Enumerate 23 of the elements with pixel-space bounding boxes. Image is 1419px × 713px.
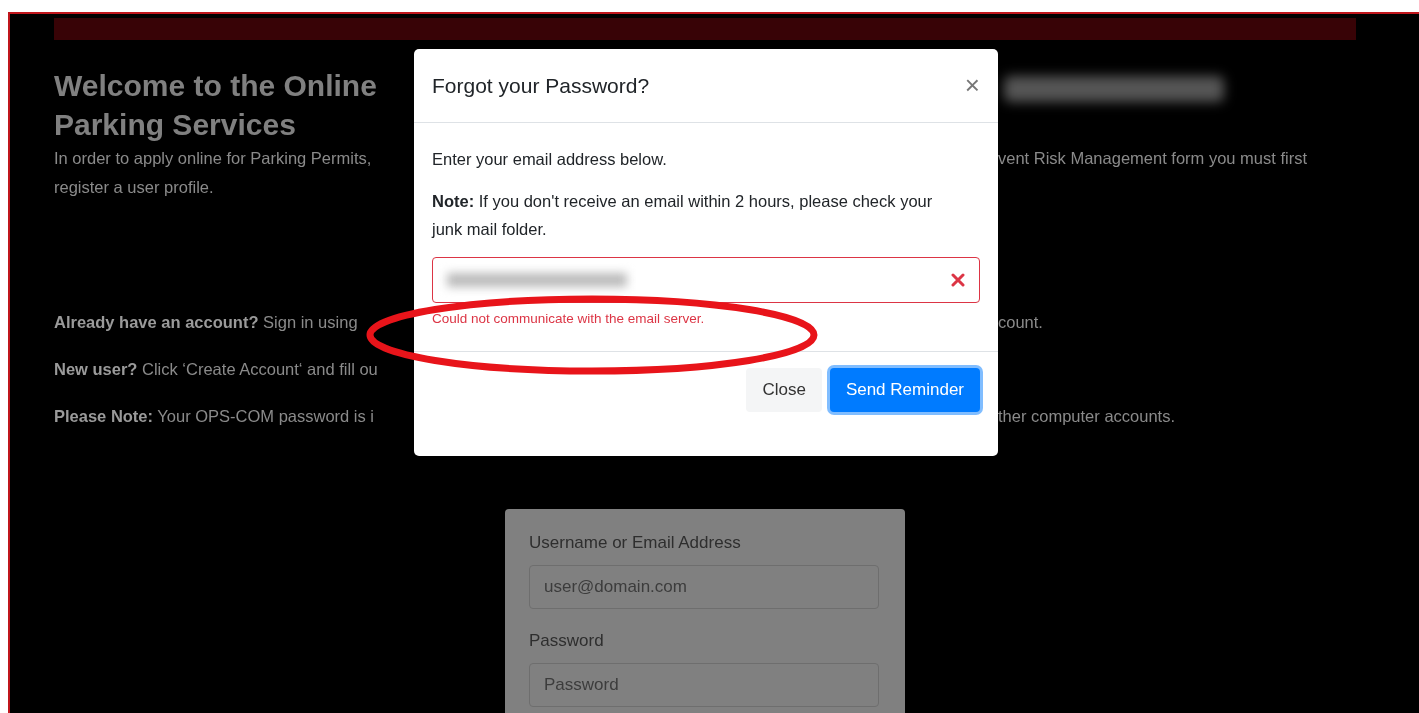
error-message: Could not communicate with the email server. [432,311,706,326]
cancel-button[interactable]: Close [746,368,822,412]
intro-text: In order to apply online for Parking Permits, [54,148,373,169]
page-heading: Welcome to the Online [54,68,378,104]
error-icon [951,273,965,287]
close-button[interactable]: × [964,70,980,101]
field-label: Username or Email Address [529,533,742,553]
note-text: Please Note: Your OPS-COM password is i [54,406,376,427]
intro-text: register a user profile. [54,177,215,198]
field-label: Password [529,631,605,651]
dialog-title: Forgot your Password? [432,73,650,98]
note-text: count. [998,312,1044,333]
note-text: New user? Click ‘Create Account‘ and fill ou [54,359,379,380]
note-text: ther computer accounts. [998,406,1176,427]
note-text: Note: If you don't receive an email within 2 hours, please check your junk mail folder. [432,191,934,240]
input-field[interactable]: Password [529,663,879,707]
input-field[interactable]: user@domain.com [529,565,879,609]
instruction-text: Enter your email address below. [432,149,668,170]
send-button[interactable]: Send Reminder [829,368,980,412]
email-field[interactable] [432,257,980,303]
intro-text: vent Risk Management form you must first [998,148,1309,169]
page-heading: Parking Services [54,107,297,143]
note-text: Already have an account? Sign in using [54,312,359,333]
